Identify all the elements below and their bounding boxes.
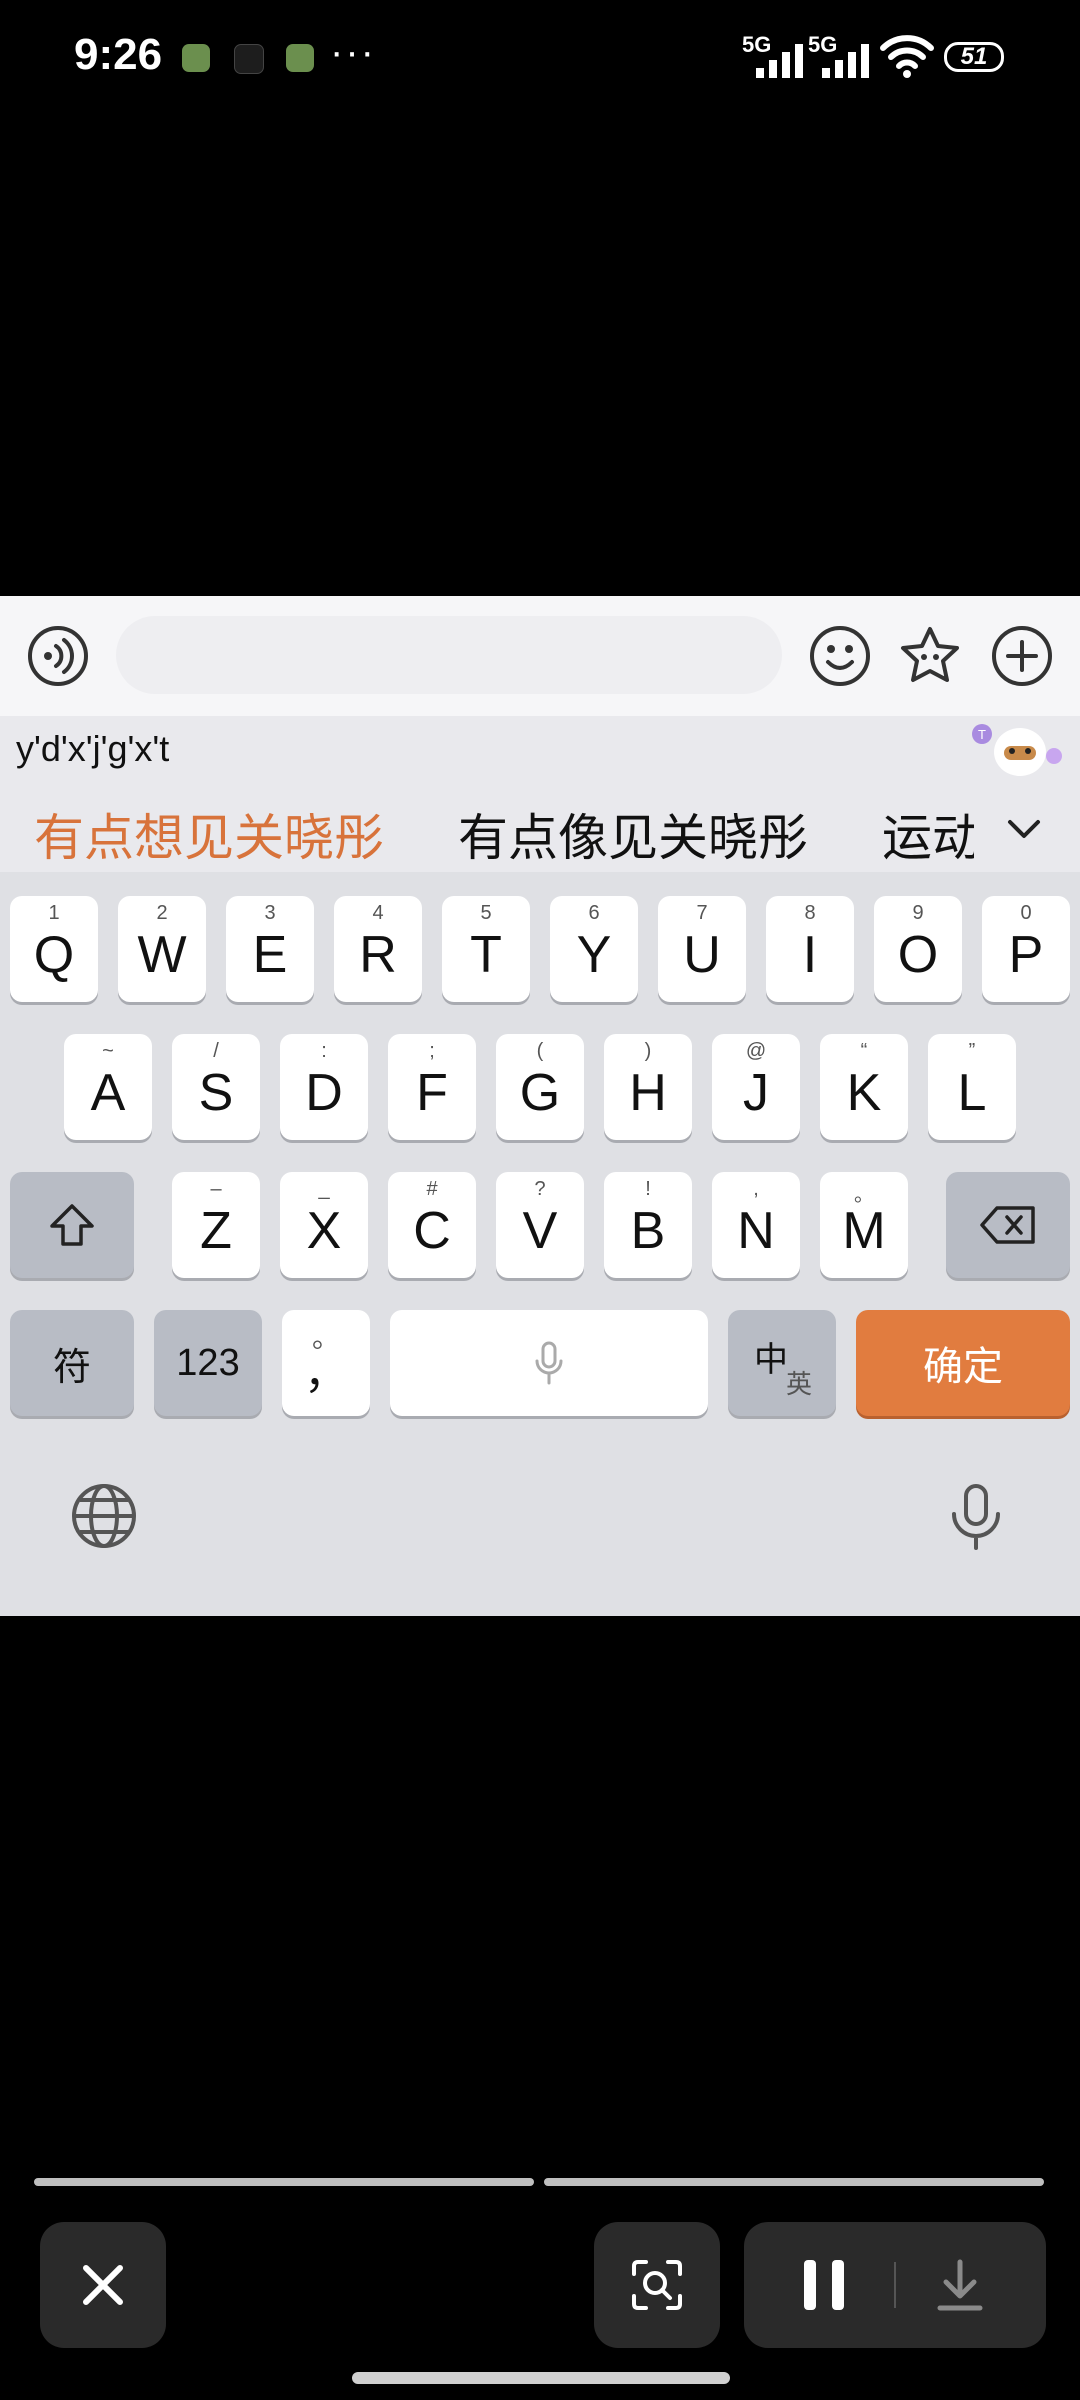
battery-indicator: 51 — [944, 42, 1004, 72]
wifi-icon — [880, 35, 934, 78]
key-v[interactable]: ? V — [496, 1172, 584, 1278]
close-icon — [83, 2265, 123, 2305]
composing-pinyin: y'd'x'j'g'x't — [16, 728, 170, 769]
signal-sim1: 5G — [742, 30, 808, 78]
divider — [894, 2262, 896, 2308]
wechat-notification-icon — [286, 44, 314, 72]
key-q[interactable]: 1Q — [10, 896, 98, 1002]
home-indicator[interactable] — [352, 2372, 730, 2384]
more-notifications-icon: ··· — [330, 30, 376, 74]
key-r[interactable]: 4R — [334, 896, 422, 1002]
candidate-bar: 有点想见关晓彤 有点像见关晓彤 运动 — [0, 786, 1080, 872]
screen-search-icon — [632, 2260, 682, 2310]
microphone-icon[interactable] — [940, 1480, 1012, 1552]
plus-icon[interactable] — [990, 624, 1054, 688]
key-a[interactable]: ~ A — [64, 1034, 152, 1140]
key-w[interactable]: 2W — [118, 896, 206, 1002]
playback-controls — [744, 2222, 1046, 2348]
key-j[interactable]: @ J — [712, 1034, 800, 1140]
key-m[interactable]: 。 M — [820, 1172, 908, 1278]
app-notification-icon — [234, 44, 264, 74]
key-d[interactable]: :D — [280, 1034, 368, 1140]
status-time: 9:26 — [74, 30, 163, 79]
key-c[interactable]: # C — [388, 1172, 476, 1278]
key-x[interactable]: _ X — [280, 1172, 368, 1278]
keyboard-panel: y'd'x'j'g'x't T 有点想见关晓彤 有点像见关晓彤 运动 1Q 2W… — [0, 596, 1080, 1616]
signal-sim2: 5G — [808, 30, 874, 78]
lang-switch-key[interactable]: 中 英 — [728, 1310, 836, 1416]
svg-text:T: T — [978, 727, 986, 742]
shift-key[interactable] — [10, 1172, 134, 1278]
key-h[interactable]: ) H — [604, 1034, 692, 1140]
mascot-icon[interactable]: T — [970, 720, 1066, 782]
progress-segment-1 — [34, 2178, 534, 2186]
composing-bar: y'd'x'j'g'x't T — [0, 716, 1080, 786]
key-n[interactable]: ,N — [712, 1172, 800, 1278]
chevron-down-icon[interactable] — [1004, 808, 1044, 848]
key-o[interactable]: 9O — [874, 896, 962, 1002]
space-key[interactable] — [390, 1310, 708, 1416]
wechat-notification-icon — [182, 44, 210, 72]
screen-search-button[interactable] — [594, 2222, 720, 2348]
candidate-item[interactable]: 有点想见关晓彤 — [34, 798, 384, 870]
download-icon[interactable] — [934, 2258, 986, 2314]
shift-arrow-icon — [50, 1204, 94, 1246]
key-g[interactable]: (G — [496, 1034, 584, 1140]
key-u[interactable]: 7U — [658, 896, 746, 1002]
key-p[interactable]: 0P — [982, 896, 1070, 1002]
status-bar: 9:26 ··· 5G 5G 51 — [0, 0, 1080, 120]
key-e[interactable]: 3E — [226, 896, 314, 1002]
punctuation-key[interactable]: 。， — [282, 1310, 370, 1416]
key-s[interactable]: / S — [172, 1034, 260, 1140]
candidate-item[interactable]: 有点像见关晓彤 — [458, 798, 808, 870]
key-t[interactable]: 5T — [442, 896, 530, 1002]
microphone-icon — [535, 1341, 563, 1385]
signal-bars-icon — [756, 44, 803, 78]
voice-wave-icon[interactable] — [26, 624, 90, 688]
candidate-item[interactable]: 运动 — [882, 798, 974, 870]
key-f[interactable]: ; F — [388, 1034, 476, 1140]
globe-icon[interactable] — [68, 1480, 140, 1552]
key-k[interactable]: “K — [820, 1034, 908, 1140]
pause-icon[interactable] — [800, 2256, 848, 2314]
keyboard-toolbar — [0, 596, 1080, 716]
key-y[interactable]: 6Y — [550, 896, 638, 1002]
progress-segment-2 — [544, 2178, 1044, 2186]
star-skin-icon[interactable] — [898, 624, 962, 688]
key-l[interactable]: ” L — [928, 1034, 1016, 1140]
backspace-key[interactable] — [946, 1172, 1070, 1278]
backspace-icon — [980, 1206, 1035, 1244]
emoji-icon[interactable] — [808, 624, 872, 688]
keyboard-search-bar[interactable] — [116, 616, 782, 694]
close-button[interactable] — [40, 2222, 166, 2348]
key-z[interactable]: – Z — [172, 1172, 260, 1278]
key-b[interactable]: ! B — [604, 1172, 692, 1278]
symbols-key[interactable]: 符 — [10, 1310, 134, 1416]
signal-bars-icon — [822, 44, 869, 78]
confirm-key[interactable]: 确定 — [856, 1310, 1070, 1416]
key-i[interactable]: 8I — [766, 896, 854, 1002]
numbers-key[interactable]: 123 — [154, 1310, 262, 1416]
